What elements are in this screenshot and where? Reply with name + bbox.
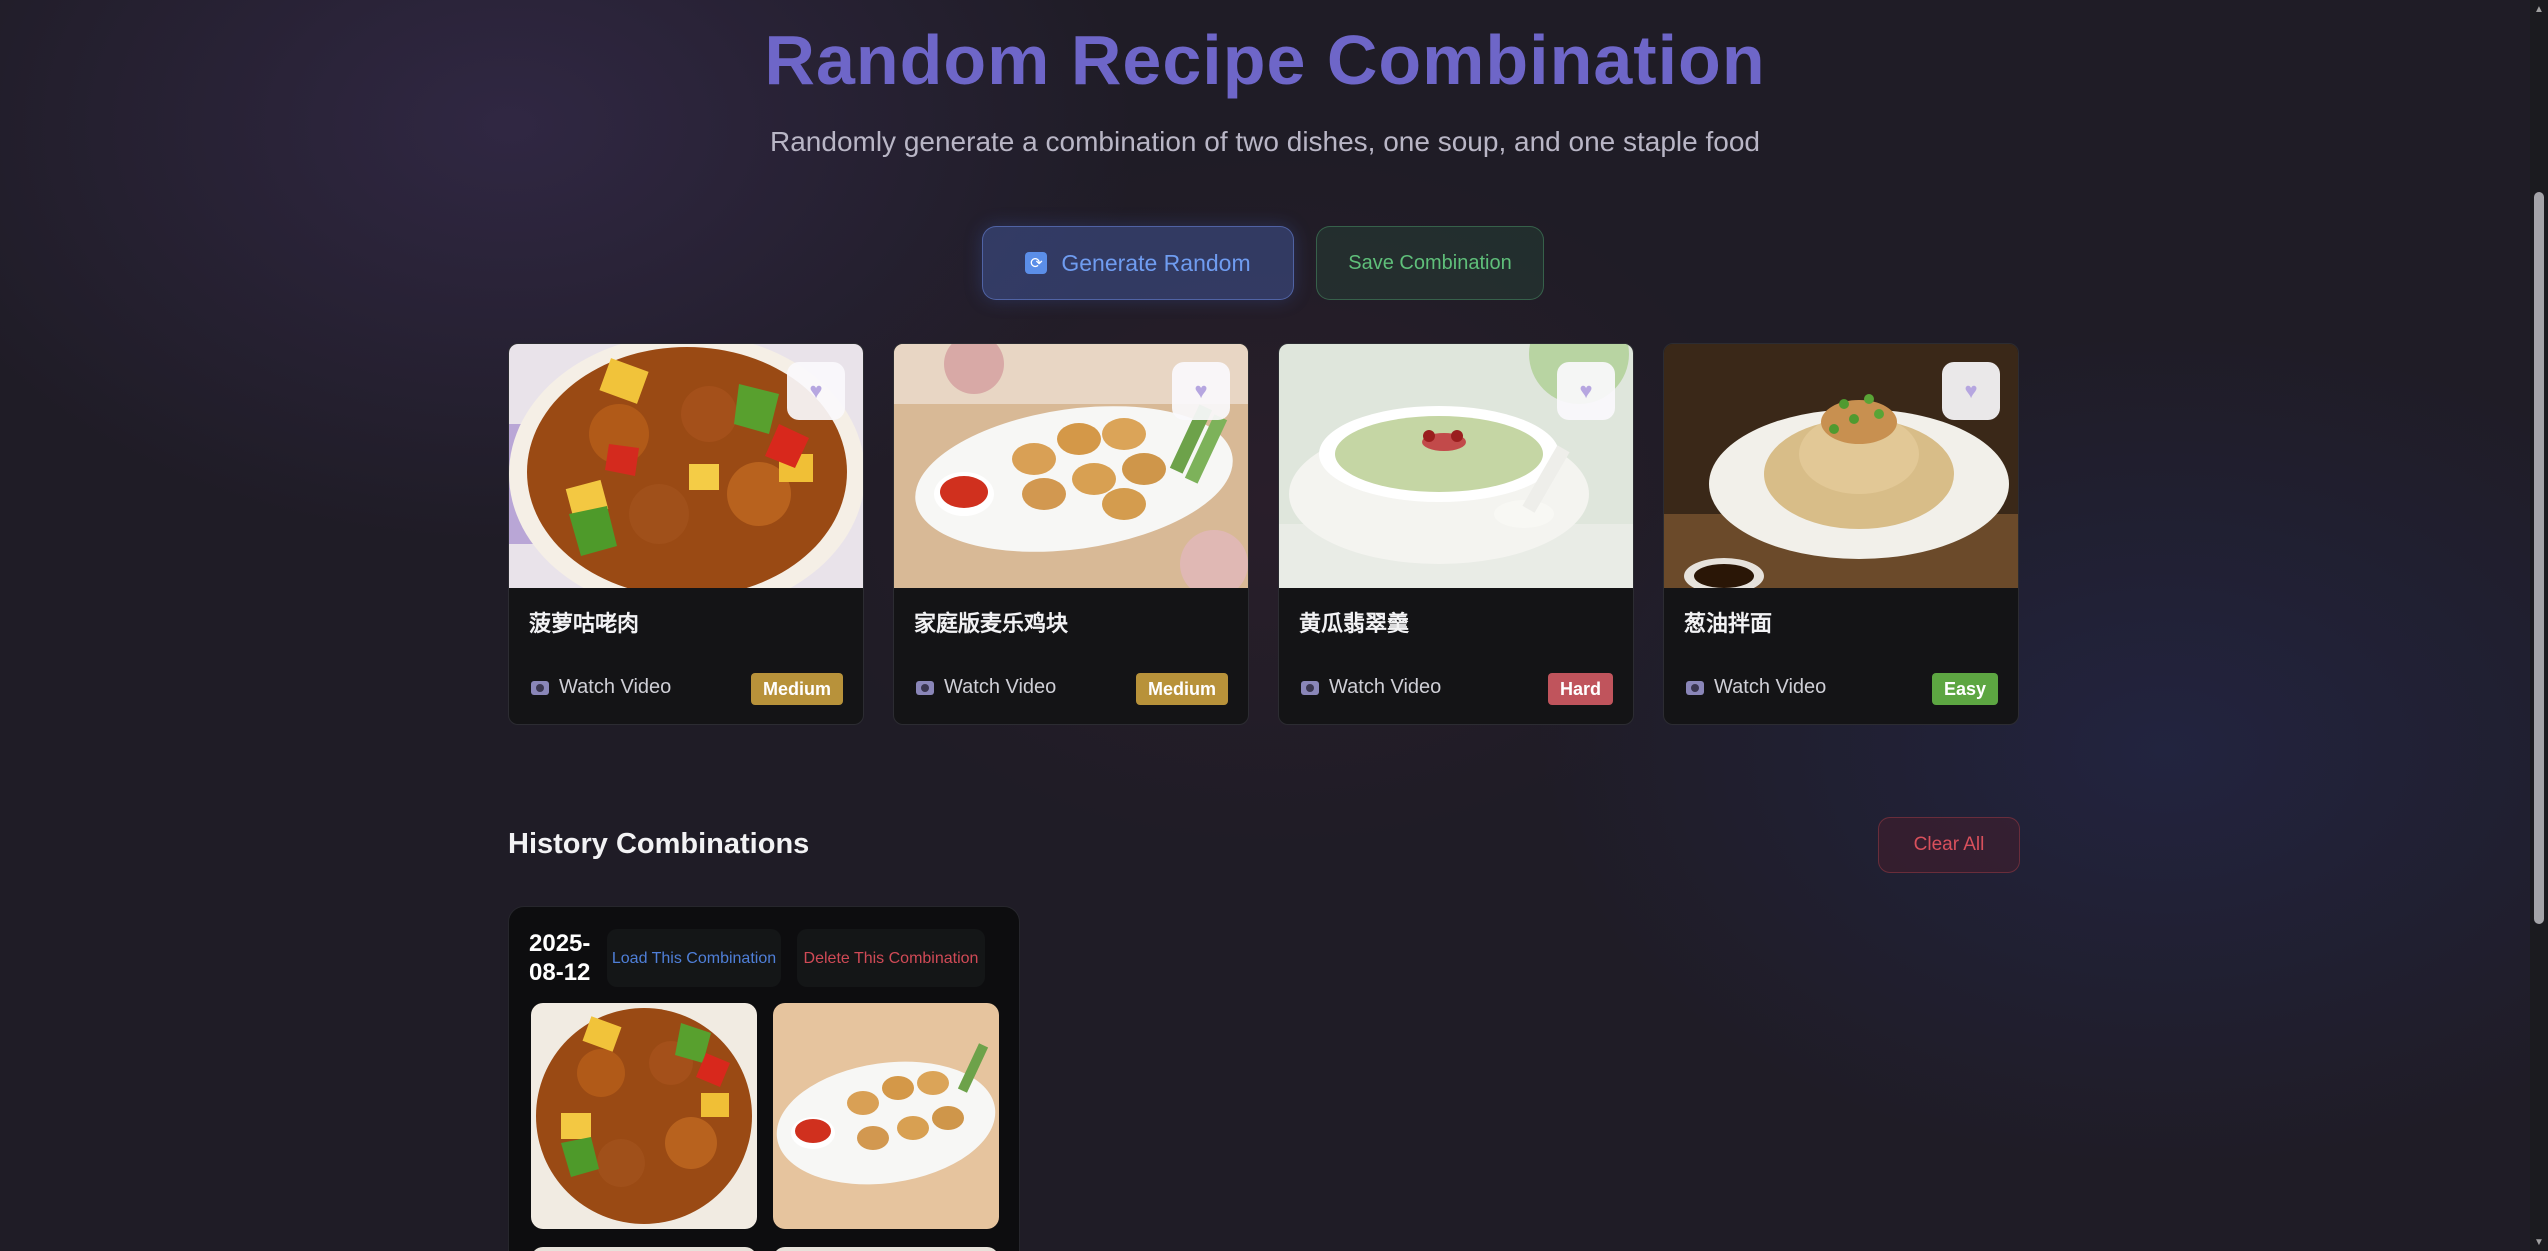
recipe-card[interactable]: ♥ 家庭版麦乐鸡块 Watch Video Medium <box>893 343 1249 725</box>
recipe-card[interactable]: ♥ 菠萝咕咾肉 Watch Video Medium <box>508 343 864 725</box>
favorite-icon[interactable]: ♥ <box>1172 362 1230 420</box>
favorite-icon[interactable]: ♥ <box>1557 362 1615 420</box>
history-entry: 2025-08-12 Load This Combination Delete … <box>508 906 1020 1251</box>
favorite-icon[interactable]: ♥ <box>787 362 845 420</box>
delete-combination-button[interactable]: Delete This Combination <box>797 929 985 987</box>
generate-random-button[interactable]: ⟳ Generate Random <box>982 226 1294 300</box>
video-camera-icon <box>916 680 934 695</box>
vertical-scrollbar[interactable]: ▲ ▼ <box>2530 0 2548 1251</box>
recipe-name: 黄瓜翡翠羹 <box>1299 611 1410 636</box>
page-subtitle: Randomly generate a combination of two d… <box>770 126 1760 157</box>
watch-video-link[interactable]: Watch Video <box>531 676 671 699</box>
history-thumb-chicken-nuggets <box>773 1003 999 1229</box>
video-camera-icon <box>1686 680 1704 695</box>
watch-video-link[interactable]: Watch Video <box>916 676 1056 699</box>
history-date: 2025-08-12 <box>529 930 591 986</box>
save-combination-button[interactable]: Save Combination <box>1316 226 1544 300</box>
history-title: History Combinations <box>508 828 810 860</box>
recipe-cards: ♥ 菠萝咕咾肉 Watch Video Medium ♥ 家庭版麦乐鸡块 Wat… <box>508 343 2020 725</box>
recipe-name: 菠萝咕咾肉 <box>529 611 640 636</box>
difficulty-badge: Medium <box>1135 673 1228 705</box>
load-combination-button[interactable]: Load This Combination <box>607 929 781 987</box>
history-thumb-row <box>773 1247 999 1251</box>
page-title: Random Recipe Combination <box>764 21 1766 99</box>
difficulty-badge: Hard <box>1547 673 1613 705</box>
recipe-card[interactable]: ♥ 葱油拌面 Watch Video Easy <box>1663 343 2019 725</box>
clear-all-button[interactable]: Clear All <box>1878 817 2020 873</box>
refresh-icon: ⟳ <box>1025 252 1048 274</box>
recipe-name: 葱油拌面 <box>1684 611 1773 636</box>
watch-video-label: Watch Video <box>559 676 672 698</box>
history-thumb-sweet-and-sour-pork <box>531 1003 757 1229</box>
watch-video-label: Watch Video <box>1329 676 1442 698</box>
generate-random-label: Generate Random <box>1061 249 1251 276</box>
history-thumb-row <box>531 1247 757 1251</box>
scroll-up-icon[interactable]: ▲ <box>2530 0 2548 18</box>
watch-video-link[interactable]: Watch Video <box>1686 676 1826 699</box>
recipe-name: 家庭版麦乐鸡块 <box>914 611 1069 636</box>
favorite-icon[interactable]: ♥ <box>1942 362 2000 420</box>
recipe-card[interactable]: ♥ 黄瓜翡翠羹 Watch Video Hard <box>1278 343 1634 725</box>
watch-video-label: Watch Video <box>944 676 1057 698</box>
watch-video-label: Watch Video <box>1714 676 1827 698</box>
difficulty-badge: Medium <box>750 673 843 705</box>
difficulty-badge: Easy <box>1931 673 1998 705</box>
video-camera-icon <box>1301 680 1319 695</box>
video-camera-icon <box>531 680 549 695</box>
scroll-down-icon[interactable]: ▼ <box>2530 1233 2548 1251</box>
scrollbar-thumb[interactable] <box>2534 192 2544 924</box>
watch-video-link[interactable]: Watch Video <box>1301 676 1441 699</box>
page: Random Recipe Combination Randomly gener… <box>0 0 2530 1251</box>
